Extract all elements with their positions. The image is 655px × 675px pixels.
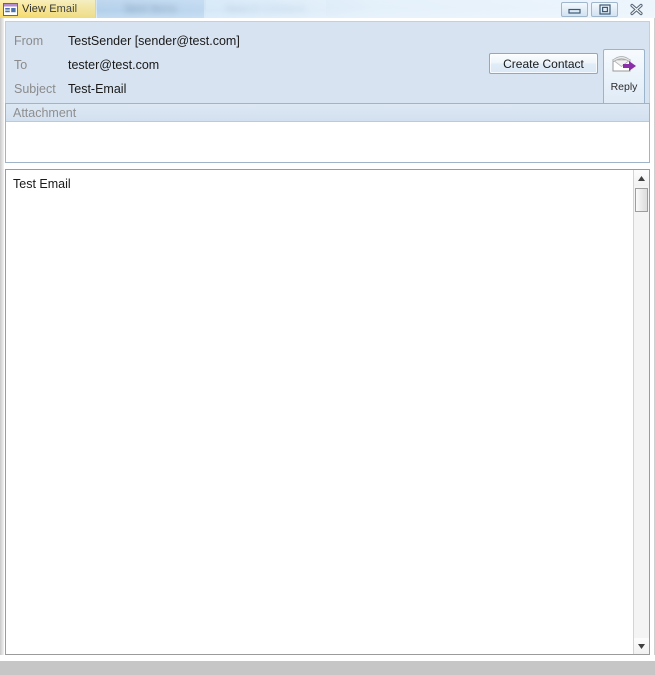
minimize-button[interactable] — [561, 1, 588, 17]
caret-down-icon — [638, 643, 645, 649]
email-body-panel[interactable]: Test Email — [5, 169, 650, 655]
from-value: TestSender [sender@test.com] — [68, 34, 240, 48]
view-email-window: View Email Sent Items Search Contacts Fr… — [0, 0, 655, 675]
email-header-panel: From TestSender [sender@test.com] To tes… — [5, 21, 650, 106]
tab-redacted-2[interactable]: Search Contacts — [206, 0, 326, 18]
attachment-group: Attachment — [5, 103, 650, 163]
tab-strip: View Email Sent Items Search Contacts — [0, 0, 655, 18]
to-value: tester@test.com — [68, 58, 160, 72]
window-controls — [558, 1, 651, 17]
window-left-border — [0, 18, 4, 675]
reply-envelope-icon — [611, 56, 636, 72]
create-contact-button[interactable]: Create Contact — [489, 53, 598, 74]
subject-label: Subject — [14, 82, 56, 96]
from-label: From — [14, 34, 44, 48]
restore-button[interactable] — [591, 1, 618, 17]
window-footer-bar — [0, 661, 655, 675]
email-body-text: Test Email — [13, 177, 71, 191]
close-button[interactable] — [621, 2, 651, 17]
scrollbar-track[interactable] — [634, 186, 649, 638]
form-window-icon — [3, 2, 18, 16]
header-row-subject: Subject Test-Email — [6, 77, 126, 101]
tab-label: View Email — [22, 3, 78, 15]
restore-icon — [598, 3, 611, 15]
close-icon — [629, 3, 643, 15]
tab-view-email[interactable]: View Email — [0, 0, 96, 18]
minimize-icon — [568, 8, 581, 14]
scroll-up-button[interactable] — [634, 170, 649, 186]
tab-label: Search Contacts — [225, 3, 307, 15]
tab-redacted-1[interactable]: Sent Items — [97, 0, 204, 18]
subject-value: Test-Email — [68, 82, 127, 96]
header-row-from: From TestSender [sender@test.com] — [6, 29, 240, 53]
attachment-list[interactable] — [7, 123, 648, 161]
attachment-header: Attachment — [6, 104, 649, 122]
scrollbar-thumb[interactable] — [635, 188, 648, 212]
tab-label: Sent Items — [124, 3, 177, 15]
attachment-label: Attachment — [13, 105, 77, 120]
body-scrollbar[interactable] — [633, 170, 649, 654]
caret-up-icon — [638, 175, 645, 181]
scroll-down-button[interactable] — [634, 638, 649, 654]
reply-button[interactable]: Reply — [603, 49, 645, 106]
header-row-to: To tester@test.com — [6, 53, 159, 77]
reply-label: Reply — [610, 81, 638, 93]
to-label: To — [14, 58, 28, 72]
